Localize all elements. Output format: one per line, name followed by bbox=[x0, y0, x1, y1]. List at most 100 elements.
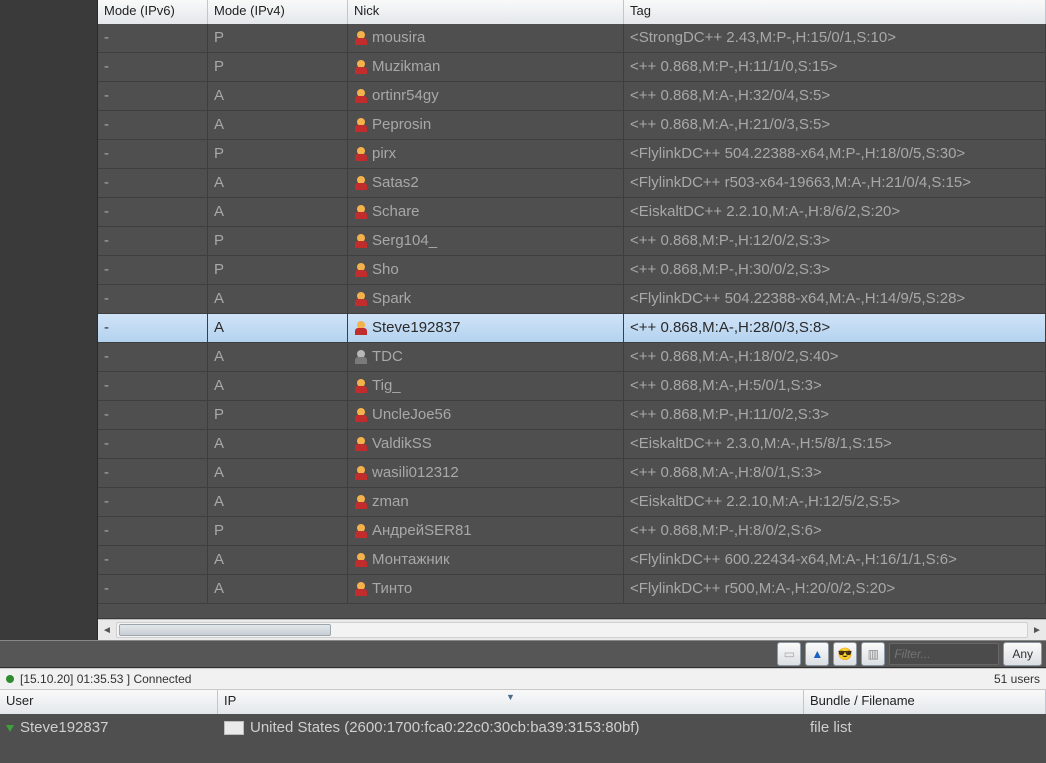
cell-mode-ipv4: P bbox=[208, 140, 348, 168]
cell-tag: <FlylinkDC++ 600.22434-x64,M:A-,H:16/1/1… bbox=[624, 546, 1046, 574]
user-row[interactable]: -ASchare<EiskaltDC++ 2.2.10,M:A-,H:8/6/2… bbox=[98, 198, 1046, 227]
user-list-rows: -Pmousira<StrongDC++ 2.43,M:P-,H:15/0/1,… bbox=[98, 24, 1046, 618]
user-row[interactable]: -PSho<++ 0.868,M:P-,H:30/0/2,S:3> bbox=[98, 256, 1046, 285]
user-row[interactable]: -AМонтажник<FlylinkDC++ 600.22434-x64,M:… bbox=[98, 546, 1046, 575]
download-arrow-icon bbox=[6, 725, 14, 732]
cell-tag: <++ 0.868,M:P-,H:11/1/0,S:15> bbox=[624, 53, 1046, 81]
cell-nick: Spark bbox=[348, 285, 624, 313]
nick-label: pirx bbox=[372, 140, 396, 168]
user-row[interactable]: -Ppirx<FlylinkDC++ 504.22388-x64,M:P-,H:… bbox=[98, 140, 1046, 169]
user-row[interactable]: -Azman<EiskaltDC++ 2.2.10,M:A-,H:12/5/2,… bbox=[98, 488, 1046, 517]
transfer-rows: Steve192837United States (2600:1700:fca0… bbox=[0, 714, 1046, 763]
nick-label: ortinr54gy bbox=[372, 82, 439, 110]
cell-tag: <++ 0.868,M:A-,H:21/0/3,S:5> bbox=[624, 111, 1046, 139]
cell-mode-ipv6: - bbox=[98, 430, 208, 458]
cell-tag: <++ 0.868,M:A-,H:32/0/4,S:5> bbox=[624, 82, 1046, 110]
cell-nick: zman bbox=[348, 488, 624, 516]
column-header-bundle[interactable]: Bundle / Filename bbox=[804, 690, 1046, 714]
nick-label: TDC bbox=[372, 343, 403, 371]
user-icon bbox=[354, 379, 368, 393]
user-icon bbox=[354, 89, 368, 103]
cell-nick: wasili012312 bbox=[348, 459, 624, 487]
cell-mode-ipv4: P bbox=[208, 53, 348, 81]
cell-mode-ipv6: - bbox=[98, 198, 208, 226]
cell-tag: <FlylinkDC++ 504.22388-x64,M:P-,H:18/0/5… bbox=[624, 140, 1046, 168]
user-row[interactable]: -Awasili012312<++ 0.868,M:A-,H:8/0/1,S:3… bbox=[98, 459, 1046, 488]
cell-tag: <++ 0.868,M:P-,H:11/0/2,S:3> bbox=[624, 401, 1046, 429]
user-row[interactable]: -PMuzikman<++ 0.868,M:P-,H:11/1/0,S:15> bbox=[98, 53, 1046, 82]
column-header-mode-ipv6[interactable]: Mode (IPv6) bbox=[98, 0, 208, 24]
scrollbar-thumb[interactable] bbox=[119, 624, 331, 636]
toolbar-button-1[interactable]: ▭ bbox=[777, 642, 801, 666]
cell-mode-ipv4: P bbox=[208, 227, 348, 255]
user-row[interactable]: -AТинто<FlylinkDC++ r500,M:A-,H:20/0/2,S… bbox=[98, 575, 1046, 604]
cell-mode-ipv4: P bbox=[208, 517, 348, 545]
toolbar-button-2[interactable]: ▲ bbox=[805, 642, 829, 666]
nick-label: Serg104_ bbox=[372, 227, 437, 255]
cell-nick: ortinr54gy bbox=[348, 82, 624, 110]
filter-input[interactable] bbox=[889, 643, 999, 665]
column-header-mode-ipv4[interactable]: Mode (IPv4) bbox=[208, 0, 348, 24]
cell-nick: Tig_ bbox=[348, 372, 624, 400]
cell-mode-ipv4: A bbox=[208, 343, 348, 371]
cell-mode-ipv4: A bbox=[208, 459, 348, 487]
user-row[interactable]: -Aortinr54gy<++ 0.868,M:A-,H:32/0/4,S:5> bbox=[98, 82, 1046, 111]
cell-mode-ipv4: A bbox=[208, 169, 348, 197]
column-header-tag[interactable]: Tag bbox=[624, 0, 1046, 24]
user-row[interactable]: -AValdikSS<EiskaltDC++ 2.3.0,M:A-,H:5/8/… bbox=[98, 430, 1046, 459]
user-icon bbox=[354, 553, 368, 567]
cell-mode-ipv4: A bbox=[208, 488, 348, 516]
user-row[interactable]: -ATig_<++ 0.868,M:A-,H:5/0/1,S:3> bbox=[98, 372, 1046, 401]
nick-label: Peprosin bbox=[372, 111, 431, 139]
country-flag-icon bbox=[224, 721, 244, 735]
user-row[interactable]: -PSerg104_<++ 0.868,M:P-,H:12/0/2,S:3> bbox=[98, 227, 1046, 256]
status-user-count: 51 users bbox=[994, 672, 1040, 686]
horizontal-scrollbar[interactable]: ◄ ► bbox=[98, 619, 1046, 640]
toolbar-button-3[interactable]: 😎 bbox=[833, 642, 857, 666]
cell-mode-ipv4: A bbox=[208, 111, 348, 139]
cell-mode-ipv4: P bbox=[208, 401, 348, 429]
cell-nick: pirx bbox=[348, 140, 624, 168]
nick-label: mousira bbox=[372, 24, 425, 52]
nick-label: zman bbox=[372, 488, 409, 516]
user-row[interactable]: -ASpark<FlylinkDC++ 504.22388-x64,M:A-,H… bbox=[98, 285, 1046, 314]
user-row[interactable]: -ATDC<++ 0.868,M:A-,H:18/0/2,S:40> bbox=[98, 343, 1046, 372]
cell-transfer-user: Steve192837 bbox=[0, 714, 218, 742]
transfer-row[interactable]: Steve192837United States (2600:1700:fca0… bbox=[0, 714, 1046, 742]
nick-label: Satas2 bbox=[372, 169, 419, 197]
user-row[interactable]: -PАндрейSER81<++ 0.868,M:P-,H:8/0/2,S:6> bbox=[98, 517, 1046, 546]
filter-any-dropdown[interactable]: Any bbox=[1003, 642, 1042, 666]
user-row[interactable]: -ASteve192837<++ 0.868,M:A-,H:28/0/3,S:8… bbox=[98, 314, 1046, 343]
cell-mode-ipv4: A bbox=[208, 575, 348, 603]
cell-mode-ipv4: P bbox=[208, 24, 348, 52]
user-list-column-header: Mode (IPv6) Mode (IPv4) Nick Tag bbox=[98, 0, 1046, 25]
cell-nick: Peprosin bbox=[348, 111, 624, 139]
user-row[interactable]: -PUncleJoe56<++ 0.868,M:P-,H:11/0/2,S:3> bbox=[98, 401, 1046, 430]
cell-nick: АндрейSER81 bbox=[348, 517, 624, 545]
status-dot-icon bbox=[6, 675, 14, 683]
face-icon: 😎 bbox=[838, 647, 853, 661]
nick-label: Steve192837 bbox=[372, 314, 460, 342]
cell-tag: <FlylinkDC++ r500,M:A-,H:20/0/2,S:20> bbox=[624, 575, 1046, 603]
column-header-nick[interactable]: Nick bbox=[348, 0, 624, 24]
cell-tag: <++ 0.868,M:A-,H:28/0/3,S:8> bbox=[624, 314, 1046, 342]
user-row[interactable]: -Pmousira<StrongDC++ 2.43,M:P-,H:15/0/1,… bbox=[98, 24, 1046, 53]
nick-label: Schare bbox=[372, 198, 420, 226]
toolbar-button-4[interactable]: ▥ bbox=[861, 642, 885, 666]
cell-mode-ipv4: A bbox=[208, 430, 348, 458]
scrollbar-track[interactable] bbox=[116, 622, 1028, 638]
status-timestamp: [15.10.20] 01:35.53 ] bbox=[20, 672, 130, 686]
user-row[interactable]: -APeprosin<++ 0.868,M:A-,H:21/0/3,S:5> bbox=[98, 111, 1046, 140]
cell-nick: TDC bbox=[348, 343, 624, 371]
cell-tag: <FlylinkDC++ 504.22388-x64,M:A-,H:14/9/5… bbox=[624, 285, 1046, 313]
transfer-user-label: Steve192837 bbox=[20, 714, 108, 742]
user-icon bbox=[354, 524, 368, 538]
cell-nick: mousira bbox=[348, 24, 624, 52]
column-header-user[interactable]: User bbox=[0, 690, 218, 714]
scroll-right-icon[interactable]: ► bbox=[1028, 621, 1046, 639]
column-header-ip[interactable]: IP ▼ bbox=[218, 690, 804, 714]
nick-label: Spark bbox=[372, 285, 411, 313]
user-row[interactable]: -ASatas2<FlylinkDC++ r503-x64-19663,M:A-… bbox=[98, 169, 1046, 198]
user-icon bbox=[354, 466, 368, 480]
scroll-left-icon[interactable]: ◄ bbox=[98, 621, 116, 639]
